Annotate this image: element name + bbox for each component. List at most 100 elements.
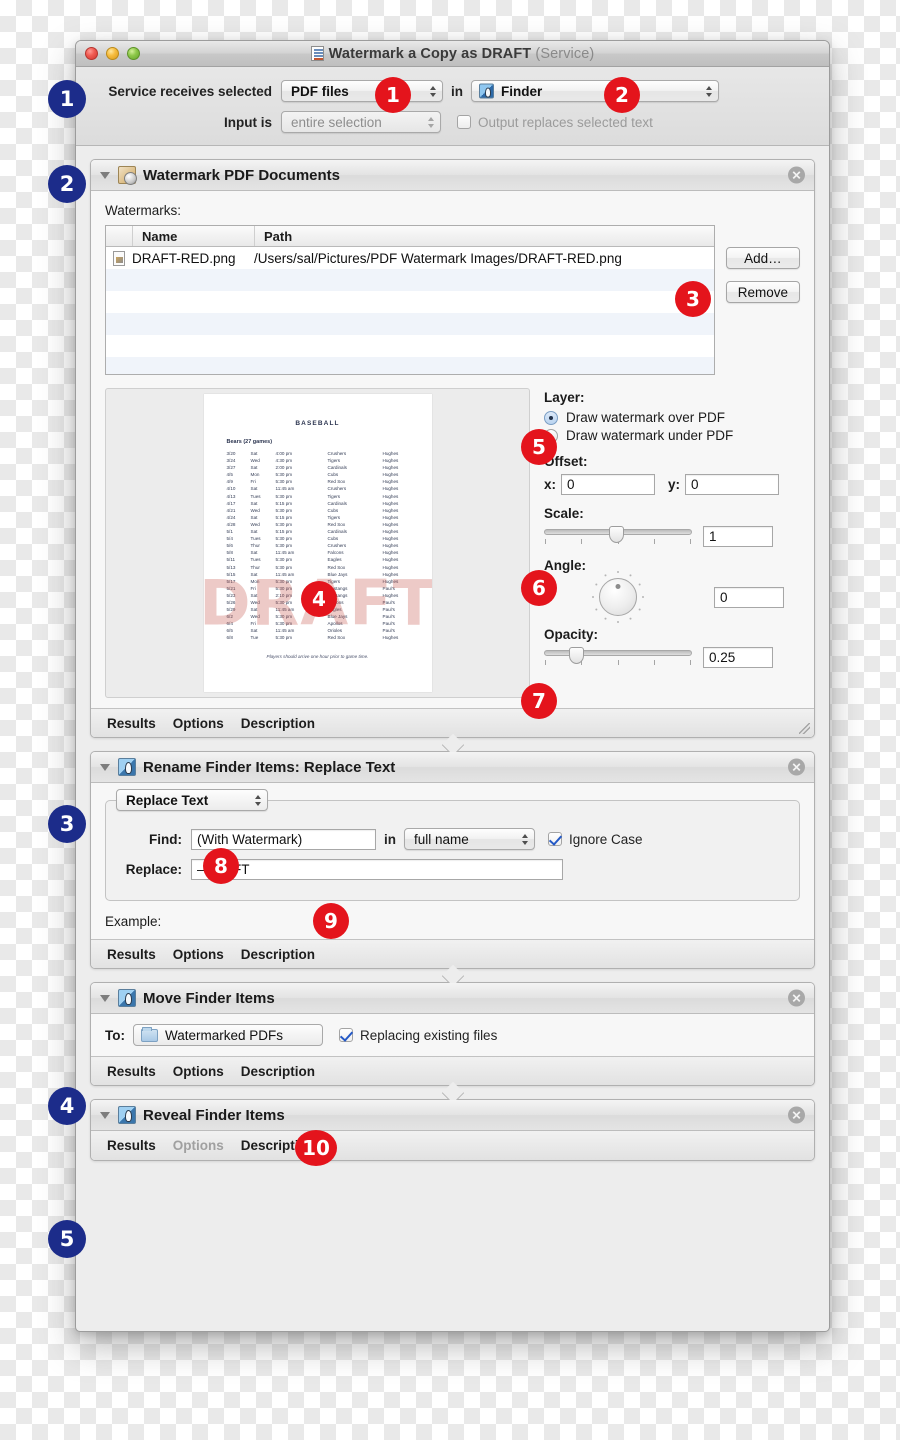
watermarks-table[interactable]: Name Path DRAFT-RED.png /Users/sal/Pictu… <box>105 225 715 375</box>
find-scope-popup[interactable]: full name <box>404 828 535 850</box>
action-header[interactable]: Rename Finder Items: Replace Text ✕ <box>91 752 814 783</box>
footer-options-tab[interactable]: Options <box>173 716 224 731</box>
doc-schedule-cell: Tigers <box>327 458 341 464</box>
doc-schedule-cell: 5:15 pm <box>275 500 293 506</box>
footer-results-tab[interactable]: Results <box>107 1138 156 1153</box>
scale-input[interactable]: 1 <box>703 526 773 547</box>
window-titlebar: Watermark a Copy as DRAFT (Service) <box>76 41 829 67</box>
doc-schedule-cell: Hughes <box>382 557 399 563</box>
table-column-icon <box>106 226 132 246</box>
close-icon[interactable]: ✕ <box>788 166 805 184</box>
disclosure-triangle-icon[interactable] <box>100 1111 110 1119</box>
action-header[interactable]: Reveal Finder Items ✕ <box>91 1100 814 1131</box>
doc-schedule-cell: Wed <box>250 458 260 464</box>
add-watermark-button[interactable]: Add… <box>725 247 800 269</box>
replace-input[interactable]: –DRAFT <box>191 859 563 880</box>
doc-schedule-row: 4/28 Wed 5:30 pm Red Sox Hughes <box>227 521 432 528</box>
doc-schedule-cell: Cardinals <box>327 529 347 535</box>
action-connector <box>90 1086 815 1099</box>
service-app-popup[interactable]: Finder <box>471 80 719 102</box>
service-input-popup[interactable]: entire selection <box>281 111 441 133</box>
doc-schedule-cell: 5:30 pm <box>275 557 293 563</box>
rename-mode-popup[interactable]: Replace Text <box>116 789 268 811</box>
disclosure-triangle-icon[interactable] <box>100 763 110 771</box>
doc-schedule-cell: 5/4 <box>226 536 233 542</box>
action-header[interactable]: Watermark PDF Documents ✕ <box>91 160 814 191</box>
close-icon[interactable]: ✕ <box>788 989 805 1007</box>
doc-schedule-cell: Red Sox <box>327 521 346 527</box>
close-icon[interactable]: ✕ <box>788 1106 805 1124</box>
png-file-icon <box>113 250 125 266</box>
offset-label: Offset: <box>544 454 588 469</box>
pdf-preview[interactable]: BASEBALL Bears (27 games) 3/20 Sat 4:00 pm… <box>105 388 530 698</box>
doc-schedule-row: 3/24 Wed 4:30 pm Tigers Hughes <box>227 457 432 464</box>
doc-schedule-cell: 4/13 <box>226 493 236 499</box>
output-replaces-checkbox[interactable] <box>457 115 471 129</box>
doc-schedule-cell: Hughes <box>382 500 399 506</box>
layer-option-over[interactable]: Draw watermark over PDF <box>544 410 800 425</box>
footer-description-tab[interactable]: Description <box>241 1064 315 1079</box>
callout-marker-red-4: 4 <box>301 581 337 617</box>
opacity-label: Opacity: <box>544 627 599 642</box>
scale-slider[interactable] <box>544 526 692 544</box>
window-traffic-lights[interactable] <box>85 47 140 60</box>
footer-description-tab[interactable]: Description <box>241 947 315 962</box>
doc-schedule-row: 5/4 Tues 5:30 pm Cubs Hughes <box>227 535 432 542</box>
layer-option-under[interactable]: Draw watermark under PDF <box>544 428 800 443</box>
angle-input[interactable]: 0 <box>714 586 784 608</box>
footer-options-tab[interactable]: Options <box>173 1064 224 1079</box>
doc-schedule-cell: 4/5 <box>226 472 233 478</box>
opacity-slider[interactable] <box>544 647 692 665</box>
action-header[interactable]: Move Finder Items ✕ <box>91 983 814 1014</box>
footer-results-tab[interactable]: Results <box>107 1064 156 1079</box>
footer-description-tab[interactable]: Description <box>241 716 315 731</box>
disclosure-triangle-icon[interactable] <box>100 994 110 1002</box>
footer-results-tab[interactable]: Results <box>107 716 156 731</box>
doc-schedule-cell: Eagles <box>327 557 342 563</box>
find-in-word: in <box>384 831 396 847</box>
footer-results-tab[interactable]: Results <box>107 947 156 962</box>
footer-options-tab[interactable]: Options <box>173 947 224 962</box>
zoom-window-button[interactable] <box>127 47 140 60</box>
doc-schedule-cell: Cubs <box>327 507 339 513</box>
opacity-input[interactable]: 0.25 <box>703 647 773 668</box>
destination-folder-popup[interactable]: Watermarked PDFs <box>133 1024 323 1046</box>
table-column-path[interactable]: Path <box>254 226 714 246</box>
offset-y-input[interactable]: 0 <box>685 474 780 495</box>
service-receives-type-popup[interactable]: PDF files <box>281 80 443 102</box>
table-column-name[interactable]: Name <box>132 226 254 246</box>
doc-schedule-cell: Hughes <box>382 458 399 464</box>
scale-slider-knob[interactable] <box>609 526 625 543</box>
doc-schedule-cell: Hughes <box>382 529 399 535</box>
preview-and-controls: BASEBALL Bears (27 games) 3/20 Sat 4:00 pm… <box>105 388 800 698</box>
offset-x-input[interactable]: 0 <box>561 474 656 495</box>
doc-schedule-cell: 11:45 am <box>275 550 295 556</box>
angle-label: Angle: <box>544 558 586 573</box>
find-input[interactable]: (With Watermark) <box>191 828 376 850</box>
replacing-existing-checkbox[interactable] <box>339 1028 353 1042</box>
doc-schedule-row: 4/9 Fri 5:30 pm Red Sox Hughes <box>227 478 432 485</box>
action-body: Replace Text Find: (With Watermark) in f… <box>91 783 814 939</box>
table-row[interactable]: DRAFT-RED.png /Users/sal/Pictures/PDF Wa… <box>106 247 714 269</box>
doc-schedule-cell: 4/17 <box>226 500 236 506</box>
angle-row: 0 <box>544 571 800 623</box>
move-destination-row: To: Watermarked PDFs Replacing existing … <box>105 1024 800 1046</box>
doc-schedule-row: 5/11 Tues 5:30 pm Eagles Hughes <box>227 556 432 563</box>
doc-schedule-cell: Sat <box>250 451 258 456</box>
service-receives-row: Service receives selected PDF files in F… <box>90 78 815 104</box>
remove-watermark-button[interactable]: Remove <box>725 281 800 303</box>
angle-dial[interactable] <box>599 578 637 616</box>
disclosure-triangle-icon[interactable] <box>100 171 110 179</box>
resize-grip-icon[interactable] <box>799 723 810 734</box>
doc-schedule-cell: 4:30 pm <box>275 458 293 464</box>
minimize-window-button[interactable] <box>106 47 119 60</box>
close-icon[interactable]: ✕ <box>788 758 805 776</box>
doc-schedule-cell: 4/9 <box>226 479 233 485</box>
doc-schedule-cell: Wed <box>250 507 260 513</box>
radio-over-icon[interactable] <box>544 410 558 425</box>
doc-note: Players should arrive one hour prior to … <box>266 653 369 659</box>
ignore-case-checkbox[interactable] <box>548 832 562 846</box>
close-window-button[interactable] <box>85 47 98 60</box>
doc-schedule-cell: Hughes <box>382 550 399 556</box>
table-row-empty <box>106 269 714 291</box>
